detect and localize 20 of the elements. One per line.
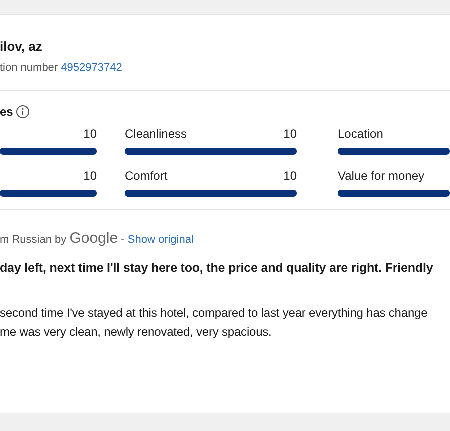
rating-score: 10 (84, 169, 97, 185)
reviewer-name: ilov, az (0, 39, 44, 54)
review-text: me was very clean, newly renovated, very spacious. (0, 324, 273, 341)
translation-note: m Russian by (0, 234, 67, 246)
rating-label: Location (338, 127, 384, 143)
review-title: day left, next time I'll stay here too, the price and quality are right. Friendly (0, 261, 434, 275)
rating-score: 10 (84, 127, 97, 143)
section-title: es (0, 105, 14, 119)
reservation-label: tion number (0, 62, 58, 74)
provider-name: Google (70, 230, 118, 247)
show-original-link[interactable]: Show original (128, 234, 194, 246)
separator: - (121, 234, 125, 246)
rating-score: 10 (284, 127, 297, 143)
rating-label: Cleanliness (125, 127, 188, 143)
rating-label: Value for money (338, 169, 424, 185)
rating-score: 10 (284, 169, 297, 185)
rating-label: Comfort (125, 169, 168, 185)
review-text: second time I've stayed at this hotel, compared to last year everything has change (0, 305, 429, 322)
info-icon[interactable] (16, 105, 30, 119)
reservation-number-link[interactable]: 4952973742 (61, 62, 122, 74)
